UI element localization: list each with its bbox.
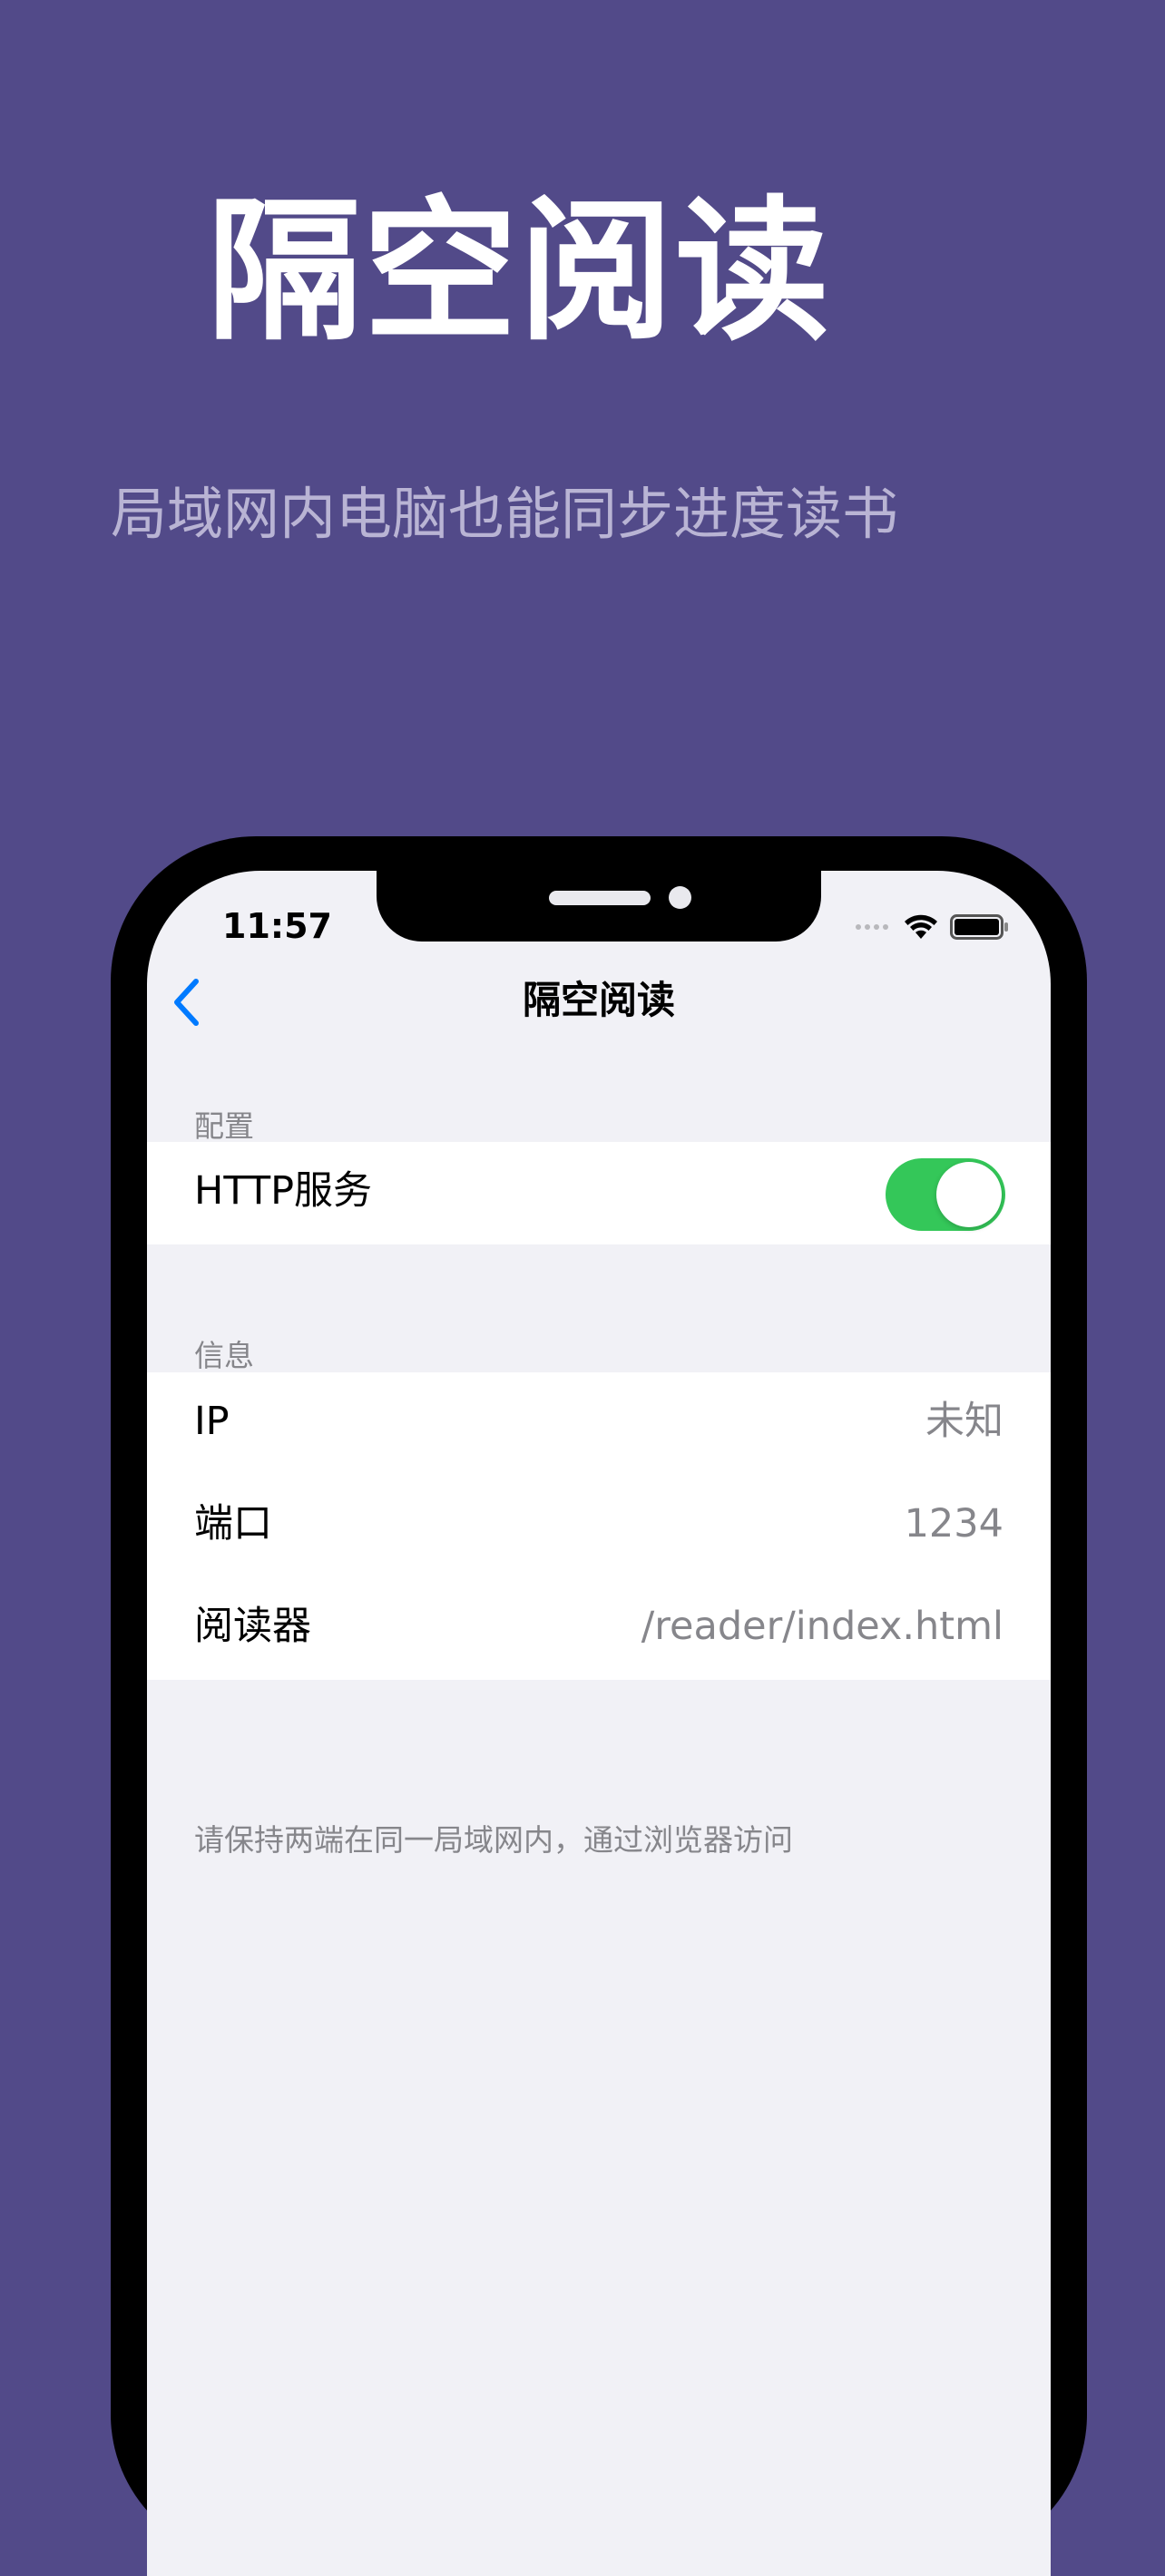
http-service-toggle[interactable] (886, 1158, 1005, 1231)
signal-icon (856, 924, 888, 930)
status-time: 11:57 (222, 906, 332, 946)
hero-title: 隔空阅读 (207, 182, 832, 362)
http-service-row: HTTP服务 (147, 1142, 1051, 1244)
toggle-knob (936, 1162, 1002, 1227)
hero-subtitle: 局域网内电脑也能同步进度读书 (111, 481, 899, 547)
section-header-info: 信息 (194, 1338, 254, 1373)
row-value: /reader/index.html (641, 1604, 1003, 1649)
phone-screen: 11:57 隔空阅读 配置 HTTP服务 信息 IP 未知 端口 1234 阅读… (147, 871, 1051, 2576)
footer-note: 请保持两端在同一局域网内，通过浏览器访问 (194, 1822, 793, 1858)
config-group: HTTP服务 (147, 1142, 1051, 1244)
row-label: HTTP服务 (194, 1168, 373, 1214)
port-row: 端口 1234 (147, 1475, 1051, 1577)
reader-row: 阅读器 /reader/index.html (147, 1577, 1051, 1680)
phone-notch (377, 871, 821, 942)
status-icons (856, 909, 1010, 945)
row-value: 1234 (904, 1501, 1003, 1547)
nav-title: 隔空阅读 (522, 978, 675, 1022)
row-label: 阅读器 (194, 1604, 311, 1649)
info-group: IP 未知 端口 1234 阅读器 /reader/index.html (147, 1372, 1051, 1680)
battery-icon (950, 913, 1010, 941)
phone-frame: 11:57 隔空阅读 配置 HTTP服务 信息 IP 未知 端口 1234 阅读… (111, 836, 1087, 2576)
section-header-config: 配置 (194, 1108, 254, 1144)
row-label: 端口 (194, 1501, 272, 1547)
ip-row: IP 未知 (147, 1372, 1051, 1475)
row-label: IP (194, 1399, 230, 1444)
navigation-bar: 隔空阅读 (147, 961, 1051, 1043)
wifi-icon (903, 913, 939, 941)
row-value: 未知 (925, 1399, 1003, 1444)
speaker-grille (549, 891, 651, 905)
front-camera (669, 886, 691, 909)
